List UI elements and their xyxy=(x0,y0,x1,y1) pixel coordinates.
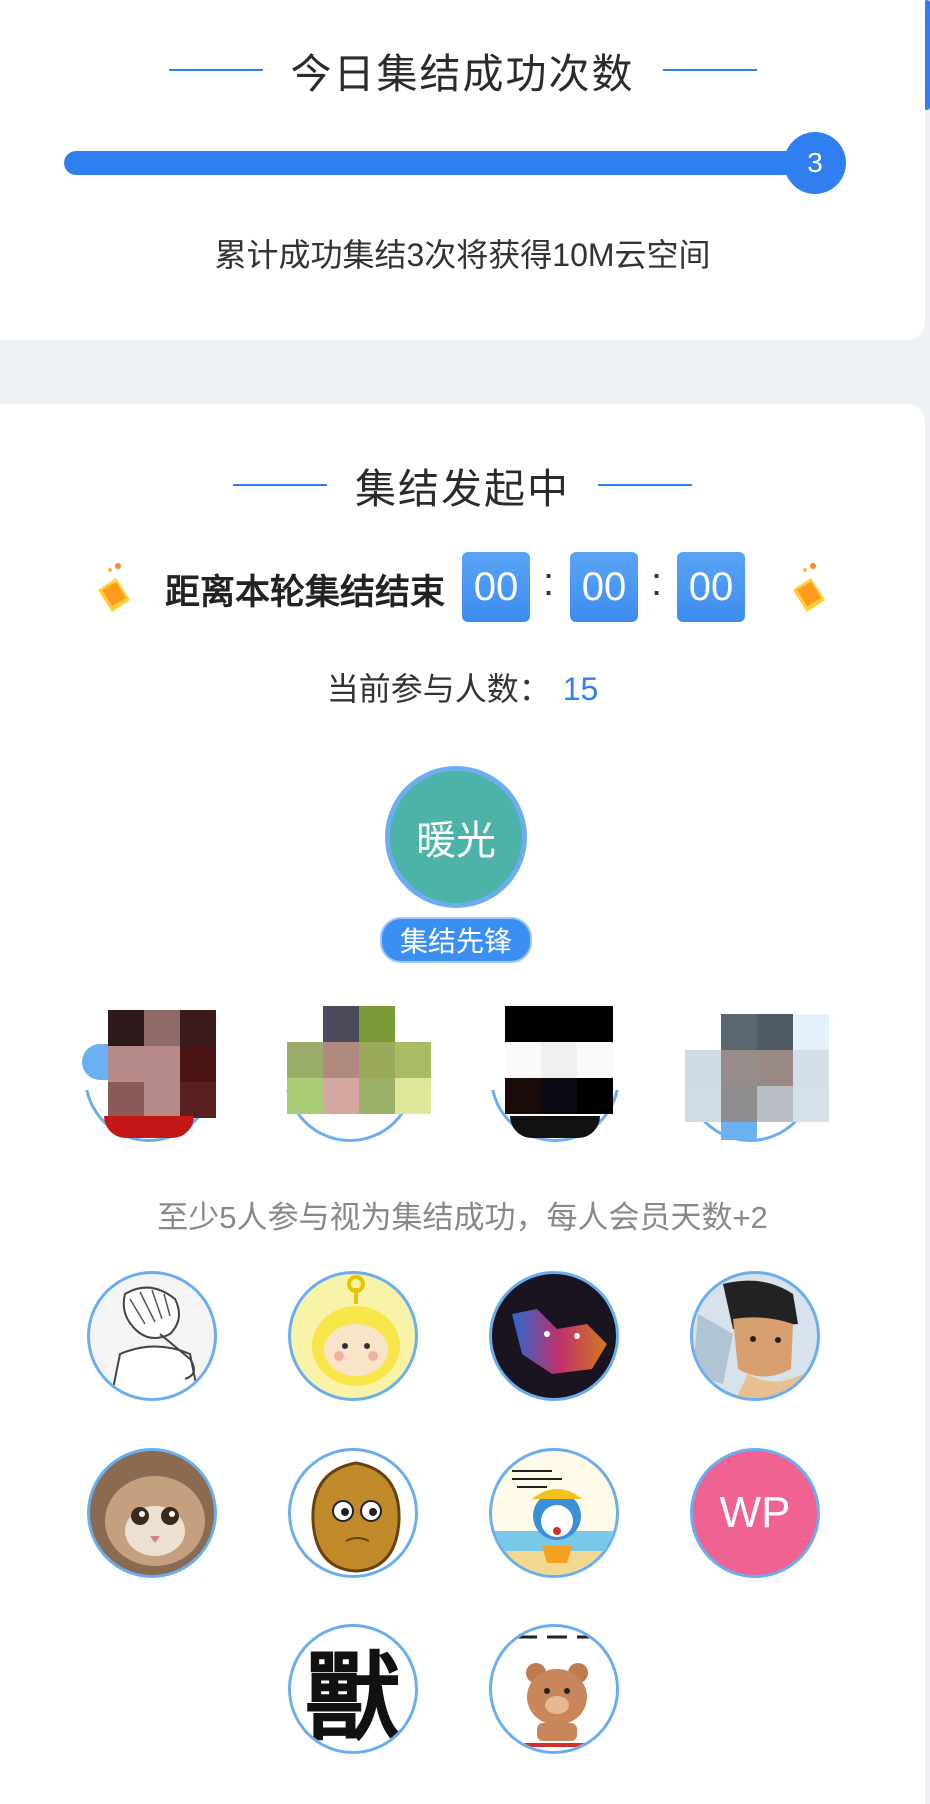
reward-description: 累计成功集结3次将获得10M云空间 xyxy=(214,237,711,273)
member-avatar[interactable] xyxy=(87,1448,217,1578)
countdown-row: 距离本轮集结结束 00 : 00 : 00 xyxy=(0,552,925,624)
countdown-label: 距离本轮集结结束 xyxy=(165,573,446,612)
countdown-hours: 00 xyxy=(462,552,530,622)
member-avatar[interactable] xyxy=(489,1624,619,1754)
progress-fill xyxy=(64,151,824,175)
member-avatar[interactable] xyxy=(288,1448,418,1578)
success-title-row: 今日集结成功次数 xyxy=(0,40,925,100)
title-divider-left xyxy=(168,69,263,71)
countdown-minutes: 00 xyxy=(570,552,638,622)
member-avatar[interactable] xyxy=(82,1010,216,1142)
member-glyph: 獸 xyxy=(305,1640,401,1754)
cartoon-beach-icon xyxy=(492,1470,616,1575)
teletubby-icon xyxy=(312,1275,400,1386)
bear-scooter-icon xyxy=(507,1635,602,1751)
member-avatar[interactable] xyxy=(685,1012,829,1142)
member-avatar[interactable]: WP xyxy=(690,1448,820,1578)
rally-title: 集结发起中 xyxy=(355,466,570,512)
member-avatar[interactable] xyxy=(285,1006,431,1142)
rally-title-row: 集结发起中 xyxy=(0,455,925,515)
title-divider-right xyxy=(662,69,757,71)
member-avatar[interactable]: 獸 xyxy=(288,1624,418,1754)
member-avatar[interactable] xyxy=(87,1271,217,1401)
participant-count-value: 15 xyxy=(562,671,599,707)
member-avatar[interactable] xyxy=(490,1006,620,1142)
member-initials: WP xyxy=(719,1488,791,1537)
participant-count: 当前参与人数： 15 xyxy=(0,664,925,710)
flame-icon xyxy=(793,563,825,612)
member-avatar[interactable] xyxy=(489,1271,619,1401)
leader-badge: 集结先锋 xyxy=(380,917,532,963)
cat-icon xyxy=(105,1476,205,1566)
countdown-separator: : xyxy=(651,560,663,604)
member-avatar[interactable] xyxy=(288,1271,418,1401)
title-divider-left xyxy=(233,484,327,486)
member-avatar[interactable] xyxy=(690,1271,820,1401)
countdown-separator: : xyxy=(543,560,555,604)
anime-boy-icon xyxy=(693,1280,811,1398)
neon-dog-icon xyxy=(512,1309,607,1374)
wall-nut-icon xyxy=(311,1461,401,1573)
rally-rule-text: 至少5人参与视为集结成功，每人会员天数+2 xyxy=(157,1200,768,1235)
title-divider-right xyxy=(598,484,692,486)
countdown-seconds: 00 xyxy=(677,552,745,622)
sketch-boy-icon xyxy=(110,1286,200,1398)
success-progress-bar xyxy=(64,151,824,175)
participant-count-label: 当前参与人数： xyxy=(326,671,551,707)
member-avatar[interactable] xyxy=(489,1448,619,1578)
progress-count-badge: 3 xyxy=(784,132,846,194)
success-count-card: 今日集结成功次数 3 累计成功集结3次将获得10M云空间 xyxy=(0,0,925,340)
success-count-title: 今日集结成功次数 xyxy=(290,51,635,97)
leader-avatar[interactable]: 暖光 xyxy=(385,766,527,908)
flame-icon xyxy=(98,563,130,612)
